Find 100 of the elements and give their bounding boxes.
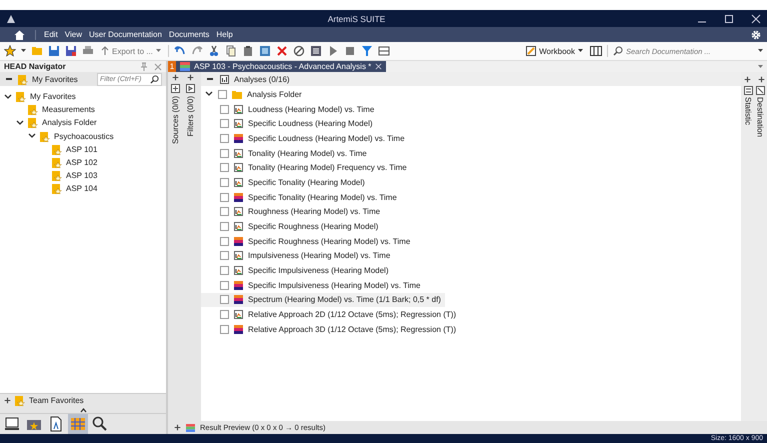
analysis-item[interactable]: Specific Impulsiveness (Hearing Model) vs. Time	[201, 278, 425, 293]
redo-icon[interactable]	[190, 45, 203, 57]
checkbox[interactable]	[220, 251, 229, 260]
tree-item[interactable]: Measurements	[42, 105, 95, 114]
add-icon[interactable]	[174, 424, 181, 431]
analysis-item[interactable]: Roughness (Hearing Model) vs. Time	[201, 204, 384, 220]
analysis-item[interactable]: Relative Approach 3D (1/12 Octave (5ms); Regression (T))	[201, 322, 460, 337]
tree-item[interactable]: Analysis Folder	[42, 118, 97, 128]
analysis-item[interactable]: Specific Loudness (Hearing Model) vs. Time	[201, 131, 409, 146]
checkbox[interactable]	[220, 310, 229, 320]
analysis-item[interactable]: Specific Impulsiveness (Hearing Model)	[201, 263, 392, 278]
analysis-item[interactable]: Specific Tonality (Hearing Model)	[201, 175, 369, 190]
tree-item[interactable]: My Favorites	[30, 92, 76, 102]
destination-label[interactable]: Destination	[756, 97, 764, 138]
checkbox[interactable]	[220, 207, 229, 216]
checkbox[interactable]	[220, 119, 229, 128]
heatmap-icon	[234, 295, 243, 304]
caret-icon[interactable]	[758, 64, 763, 68]
filters-icon[interactable]	[186, 84, 195, 93]
destination-icon[interactable]	[756, 86, 764, 95]
caret-icon[interactable]	[758, 49, 763, 53]
analysis-item[interactable]: Tonality (Hearing Model) Frequency vs. Time	[201, 160, 411, 176]
pin-icon[interactable]	[140, 62, 148, 71]
delete-icon[interactable]	[276, 45, 288, 57]
checkbox[interactable]	[220, 266, 229, 276]
undo-icon[interactable]	[174, 45, 186, 57]
stop-icon[interactable]	[344, 45, 356, 57]
menu-item[interactable]: Help	[216, 30, 233, 39]
caret-icon[interactable]	[21, 49, 26, 53]
add-icon[interactable]	[187, 74, 194, 81]
export-button[interactable]: Export to ...	[99, 46, 163, 56]
analysis-item[interactable]: Specific Tonality (Hearing Model) vs. Time	[201, 190, 401, 204]
document-tab[interactable]: ASP 103 - Psychoacoustics - Advanced Analysis *	[176, 61, 386, 72]
menu-item[interactable]: Edit	[44, 30, 58, 39]
add-icon[interactable]	[4, 397, 11, 404]
statistic-icon[interactable]	[744, 86, 752, 95]
filter-icon[interactable]	[360, 45, 373, 57]
checkbox[interactable]	[220, 192, 229, 202]
tree-item[interactable]: ASP 101	[66, 144, 98, 154]
analysis-item[interactable]: Specific Loudness (Hearing Model)	[201, 116, 377, 132]
filters-label[interactable]: Filters (0/0)	[186, 96, 195, 136]
save-as-icon[interactable]	[65, 45, 77, 57]
analysis-item[interactable]: Tonality (Hearing Model) vs. Time	[201, 146, 371, 160]
grid-icon	[70, 416, 86, 432]
checkbox[interactable]	[220, 222, 229, 232]
checkbox[interactable]	[220, 280, 229, 290]
chevron-icon[interactable]	[28, 133, 36, 140]
paste-icon[interactable]	[242, 45, 254, 57]
star-icon[interactable]	[4, 45, 16, 57]
close-icon[interactable]	[375, 63, 382, 70]
chevron-icon[interactable]	[4, 94, 12, 100]
workbook-button[interactable]: Workbook	[524, 46, 585, 56]
sources-label[interactable]: Sources (0/0)	[171, 96, 180, 144]
checkbox[interactable]	[220, 148, 229, 158]
checkbox[interactable]	[220, 178, 229, 187]
add-icon[interactable]	[758, 76, 764, 82]
analysis-item[interactable]: Specific Roughness (Hearing Model)	[201, 219, 382, 234]
layout-icon[interactable]	[378, 45, 390, 57]
pencil-icon	[526, 46, 536, 56]
print-icon[interactable]	[82, 45, 94, 57]
analysis-item[interactable]: Spectrum (Hearing Model) vs. Time (1/1 Bark; 0,5 * df)	[201, 292, 445, 308]
analysis-item[interactable]: Relative Approach 2D (1/12 Octave (5ms); Regression (T))	[201, 307, 460, 322]
checkbox[interactable]	[220, 163, 229, 172]
folder-label[interactable]: Analysis Folder	[247, 90, 302, 99]
circle-icon[interactable]	[292, 45, 305, 57]
maximize-icon[interactable]	[724, 14, 734, 24]
list-icon[interactable]	[310, 45, 322, 57]
menu-item[interactable]: User Documentation	[89, 30, 162, 39]
settings-icon[interactable]	[751, 30, 761, 40]
cut-icon[interactable]	[208, 45, 220, 57]
expand-up-icon[interactable]	[80, 408, 86, 412]
checkbox[interactable]	[220, 295, 229, 304]
menu-item[interactable]: Documents	[168, 30, 210, 39]
menu-item[interactable]: View	[64, 30, 82, 39]
tree-item[interactable]: ASP 103	[66, 171, 98, 180]
chevron-icon[interactable]	[205, 91, 213, 98]
checkbox[interactable]	[220, 324, 229, 334]
checkbox[interactable]	[220, 104, 229, 114]
save-icon[interactable]	[48, 45, 60, 57]
home-icon[interactable]	[14, 30, 25, 40]
checkbox[interactable]	[218, 90, 227, 99]
add-icon[interactable]	[172, 74, 179, 81]
checkbox[interactable]	[220, 236, 229, 246]
analysis-item[interactable]: Specific Roughness (Hearing Model) vs. Time	[201, 234, 414, 249]
tree-item[interactable]: ASP 104	[66, 184, 98, 194]
close-icon[interactable]	[751, 14, 761, 24]
add-icon[interactable]	[744, 76, 750, 82]
tree-item[interactable]: Psychoacoustics	[54, 132, 114, 141]
panel-icon[interactable]	[590, 46, 602, 56]
statistic-label[interactable]: Statistic	[744, 97, 752, 126]
folder-icon	[232, 90, 242, 99]
analysis-item[interactable]: Impulsiveness (Hearing Model) vs. Time	[201, 248, 394, 264]
copy-icon[interactable]	[224, 45, 237, 57]
chevron-icon[interactable]	[16, 120, 24, 126]
checkbox[interactable]	[220, 134, 229, 143]
image-icon[interactable]	[258, 45, 271, 57]
line-chart-icon	[234, 119, 243, 128]
tree-item[interactable]: ASP 102	[66, 158, 98, 168]
analysis-item[interactable]: Loudness (Hearing Model) vs. Time	[201, 102, 378, 116]
sources-icon[interactable]	[171, 84, 180, 93]
